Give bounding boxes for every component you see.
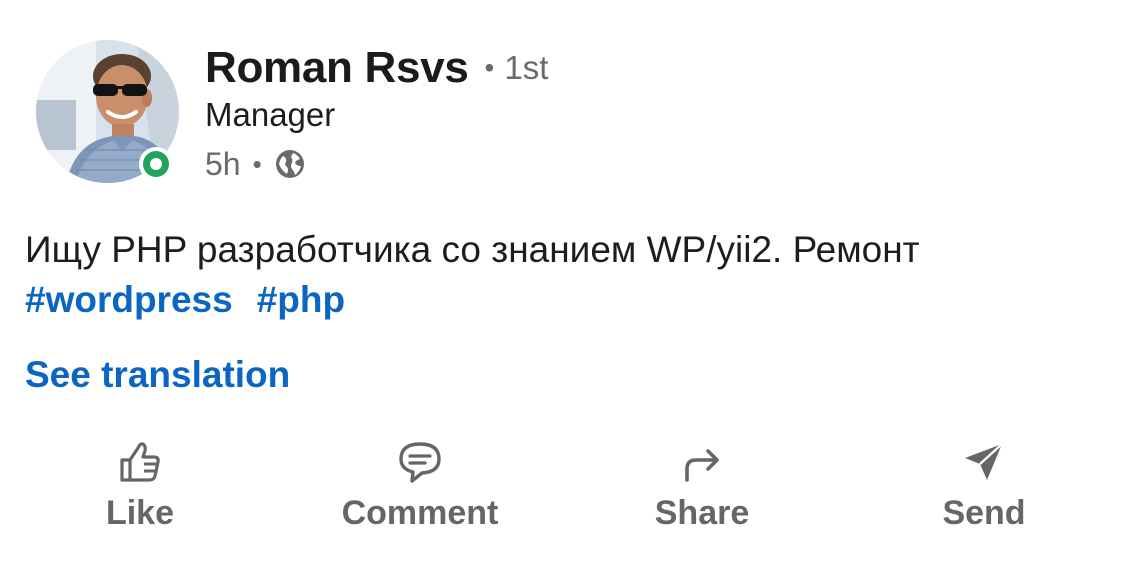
author-name-line: Roman Rsvs • 1st — [205, 40, 548, 96]
post-text: Ищу PHP разработчика со знанием WP/yii2.… — [25, 229, 920, 270]
send-button[interactable]: Send — [874, 436, 1094, 546]
separator-dot: • — [252, 148, 262, 179]
hashtag-link[interactable]: #wordpress — [25, 279, 233, 320]
author-name[interactable]: Roman Rsvs — [205, 43, 469, 93]
send-icon — [965, 443, 1003, 480]
see-translation-link[interactable]: See translation — [25, 350, 290, 400]
hashtag-link[interactable]: #php — [257, 279, 345, 320]
online-status-indicator — [143, 151, 169, 177]
post-time: 5h — [205, 145, 241, 182]
post-hashtags: #wordpress #php — [25, 275, 345, 325]
thumbs-up-icon — [120, 442, 160, 482]
like-label: Like — [105, 494, 175, 532]
like-button[interactable]: Like — [30, 436, 250, 546]
post-meta: 5h • — [205, 144, 306, 184]
author-avatar[interactable] — [36, 40, 181, 185]
comment-icon — [399, 442, 441, 483]
comment-label: Comment — [341, 494, 499, 532]
share-arrow-icon — [685, 449, 719, 482]
feed-post: Roman Rsvs • 1st Manager 5h • Ищу PHP ра… — [0, 0, 1125, 581]
comment-button[interactable]: Comment — [310, 436, 530, 546]
author-headline: Manager — [205, 96, 336, 133]
share-label: Share — [654, 494, 750, 532]
send-label: Send — [942, 494, 1026, 532]
share-button[interactable]: Share — [592, 436, 812, 546]
social-action-bar: Like Comment Share Send — [0, 436, 1125, 546]
connection-degree: 1st — [504, 49, 549, 86]
globe-icon — [274, 148, 306, 180]
separator-dot: • — [484, 52, 495, 83]
